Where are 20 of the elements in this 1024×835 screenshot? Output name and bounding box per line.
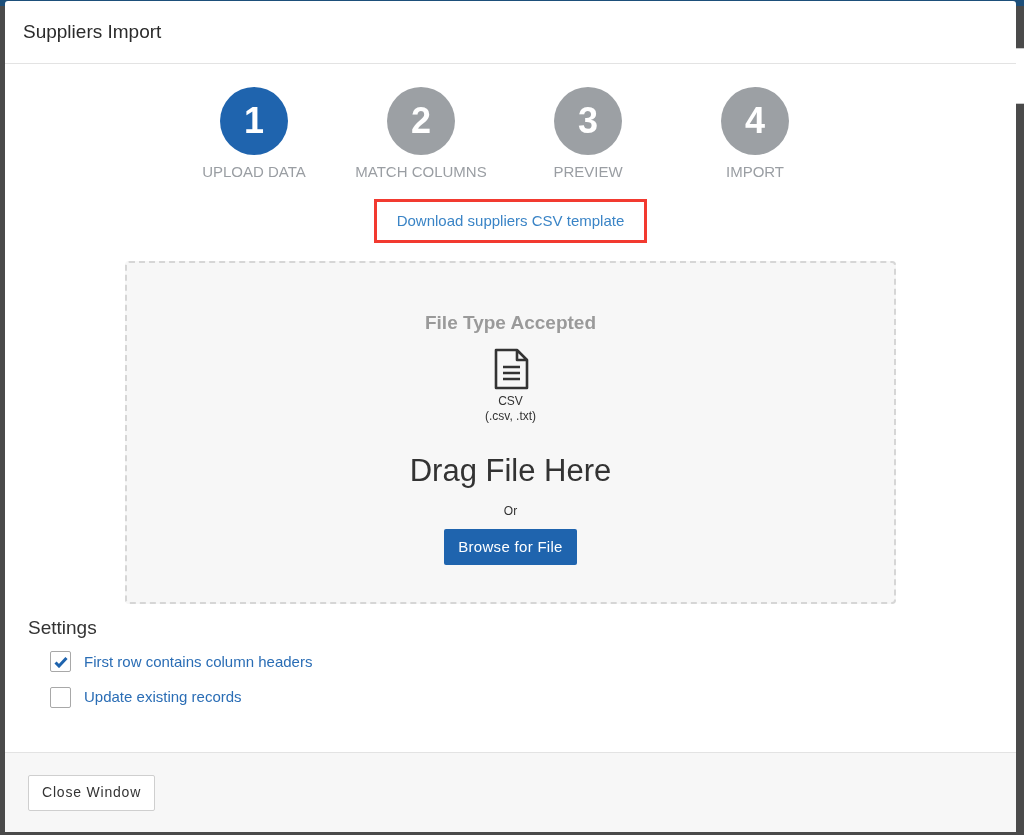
checkbox-label[interactable]: First row contains column headers: [84, 650, 313, 673]
step-label: IMPORT: [725, 162, 785, 182]
drop-zone-heading: File Type Accepted: [424, 311, 596, 335]
browse-button[interactable]: Browse for File: [444, 529, 577, 565]
download-template-link[interactable]: Download suppliers CSV template: [373, 198, 648, 243]
step-label: UPLOAD DATA: [202, 162, 306, 182]
step-label: PREVIEW: [553, 162, 623, 182]
close-window-button[interactable]: Close Window: [28, 774, 156, 811]
checkbox[interactable]: [50, 651, 71, 673]
checkbox[interactable]: [50, 686, 71, 708]
window-title: Suppliers Import: [23, 19, 162, 44]
or-label: Or: [503, 503, 518, 520]
drop-title: Drag File Here: [409, 451, 612, 490]
settings-heading: Settings: [28, 616, 98, 640]
file-type-label: CSV: [498, 393, 523, 409]
file-extensions: (.csv, .txt): [484, 408, 537, 424]
checkbox-label[interactable]: Update existing records: [84, 686, 242, 709]
checkmark-icon: [53, 655, 68, 668]
document-icon: [492, 347, 529, 390]
step-label: MATCH COLUMNS: [355, 162, 487, 182]
